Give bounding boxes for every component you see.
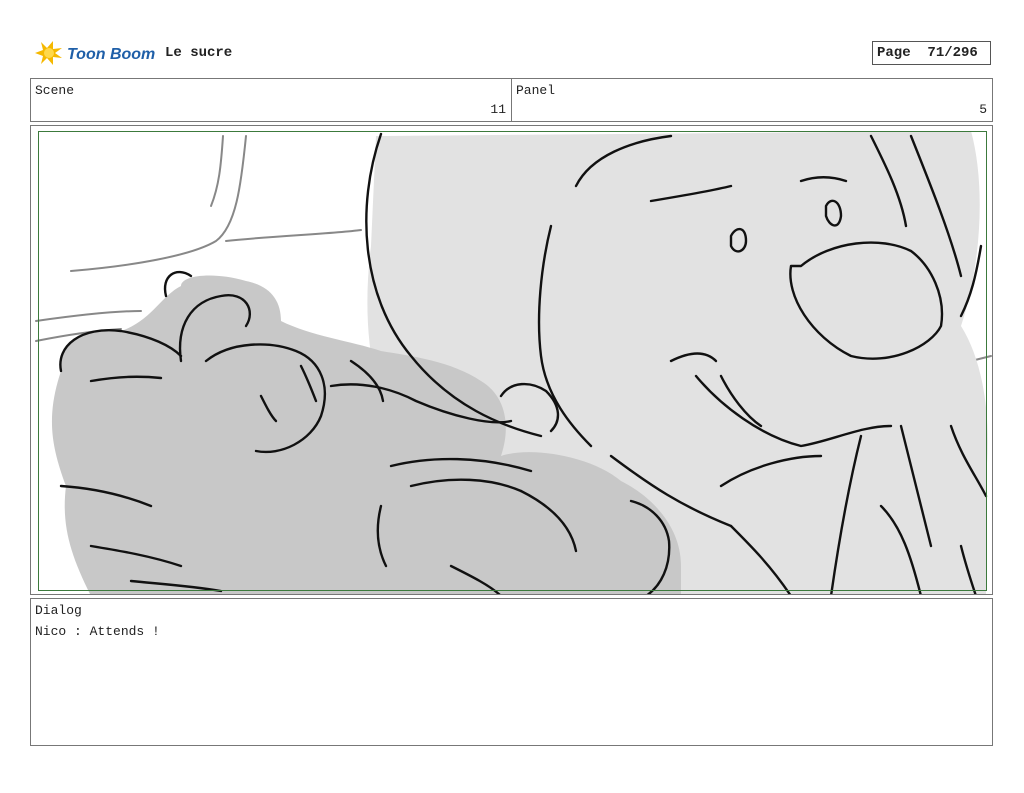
scene-label: Scene xyxy=(35,83,75,98)
svg-text:Toon Boom: Toon Boom xyxy=(67,46,155,63)
scene-field: Scene 11 xyxy=(30,78,512,122)
storyboard-sketch xyxy=(35,131,992,594)
storyboard-panel-image xyxy=(30,125,993,595)
panel-label: Panel xyxy=(516,83,556,98)
project-title: Le sucre xyxy=(165,45,233,61)
dialog-label: Dialog xyxy=(35,603,82,618)
dialog-text: Nico : Attends ! xyxy=(35,624,160,639)
starburst-icon xyxy=(35,41,62,65)
page-number: 71/296 xyxy=(927,45,978,61)
page-label: Page xyxy=(877,45,911,61)
dialog-field: Dialog Nico : Attends ! xyxy=(30,598,993,746)
panel-number: 5 xyxy=(979,102,987,117)
page-indicator: Page 71/296 xyxy=(872,41,991,65)
scene-number: 11 xyxy=(490,102,506,117)
panel-field: Panel 5 xyxy=(511,78,993,122)
toon-boom-logo: Toon Boom xyxy=(33,38,158,68)
